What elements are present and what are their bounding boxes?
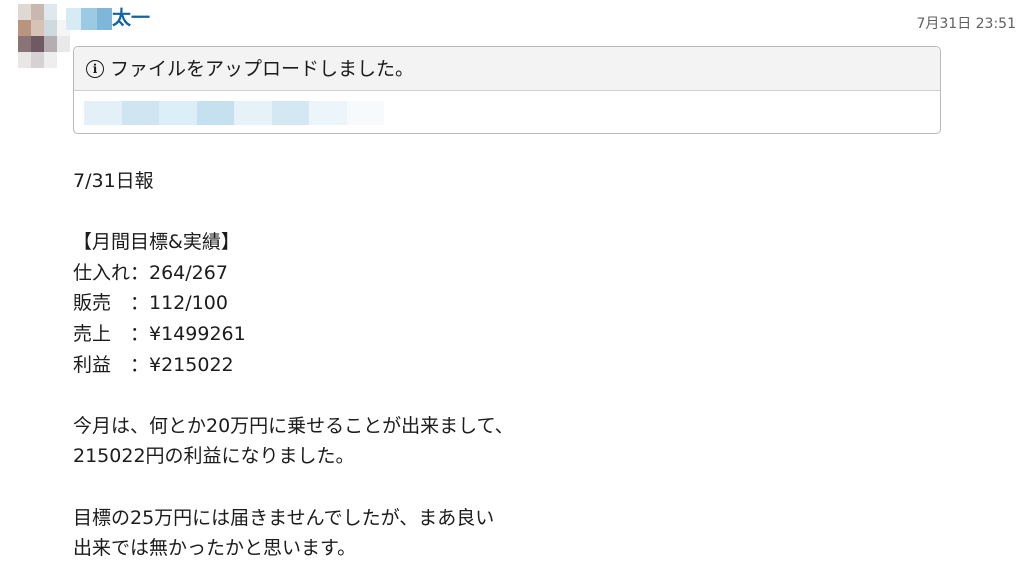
message-line: 目標の25万円には届きませんでしたが、まあ良い — [73, 506, 495, 529]
message-line: 7/31日報 — [73, 170, 154, 192]
message-text: 7/31日報 【月間目標&実績】 仕入れ：264/267 販売 ：112/100… — [73, 166, 514, 564]
file-card-header: i ファイルをアップロードしました。 — [74, 47, 940, 91]
message-line: 【月間目標&実績】 — [73, 231, 240, 254]
message-line: 出来では無かったかと思います。 — [73, 537, 357, 560]
message-line: 仕入れ：264/267 — [73, 261, 228, 284]
avatar[interactable] — [18, 4, 70, 68]
file-upload-card[interactable]: i ファイルをアップロードしました。 — [73, 46, 941, 134]
sender-name-redacted — [66, 8, 112, 30]
message-line: 販売 ：112/100 — [73, 292, 228, 315]
info-icon: i — [86, 59, 104, 78]
sender-name[interactable]: 太一 — [112, 6, 150, 30]
message-timestamp[interactable]: 7月31日 23:51 — [916, 14, 1016, 34]
message-view: 太一 7月31日 23:51 i ファイルをアップロードしました。 7/31日報… — [0, 0, 1024, 588]
message-line: 215022円の利益になりました。 — [73, 445, 355, 468]
message-line: 今月は、何とか20万円に乗せることが出来まして、 — [73, 414, 514, 437]
message-line: 利益 ：¥215022 — [73, 353, 234, 376]
file-name-redacted[interactable] — [84, 101, 384, 125]
message-line: 売上 ：¥1499261 — [73, 322, 246, 345]
file-card-title: ファイルをアップロードしました。 — [110, 57, 415, 80]
